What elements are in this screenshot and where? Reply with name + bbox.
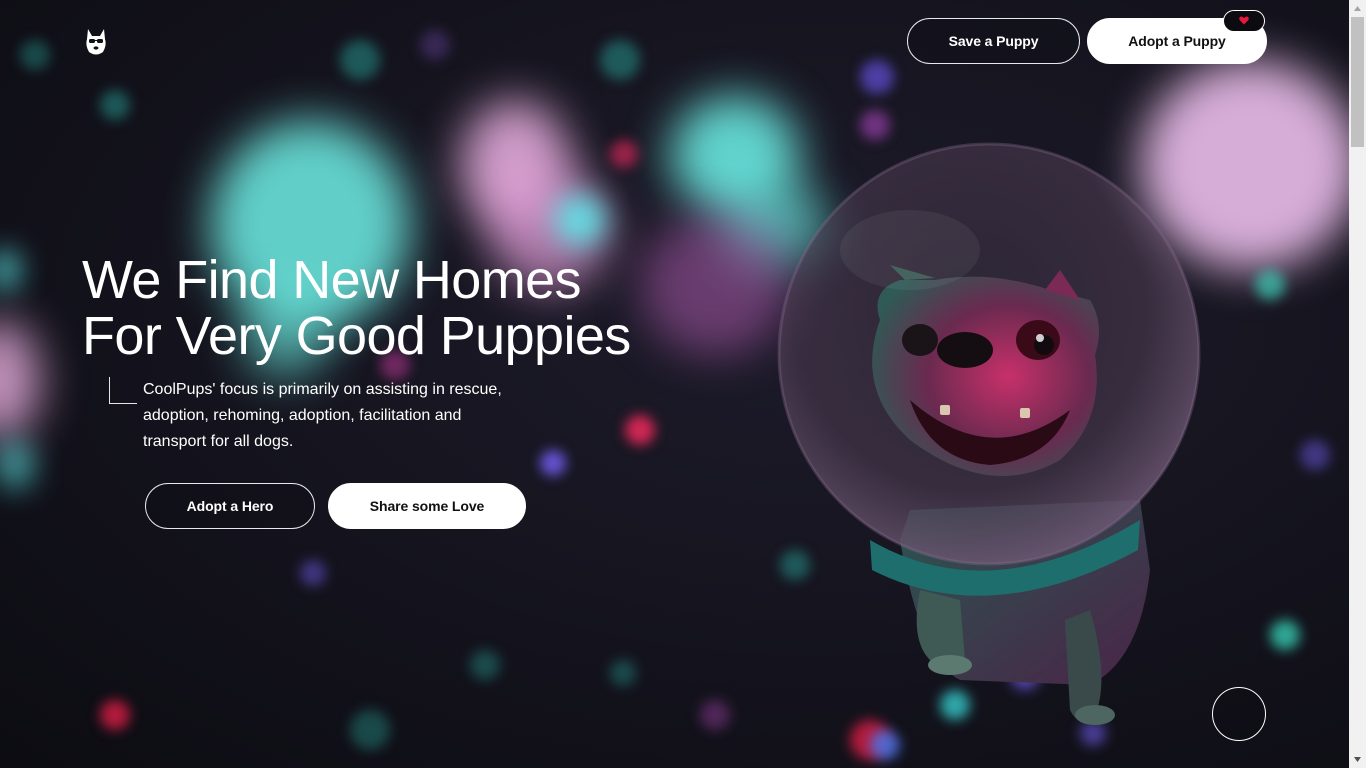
hero-title: We Find New Homes For Very Good Puppies: [82, 252, 631, 364]
save-puppy-button[interactable]: Save a Puppy: [907, 18, 1080, 64]
dog-logo-icon[interactable]: [84, 27, 108, 57]
puppy-in-bubble-image: [760, 140, 1220, 740]
bracket-decoration: [109, 377, 137, 404]
hero-title-line-1: We Find New Homes: [82, 250, 582, 310]
scroll-up-arrow-icon[interactable]: [1349, 0, 1366, 17]
hero-description: CoolPups' focus is primarily on assistin…: [143, 381, 502, 450]
heart-icon: [1239, 12, 1249, 30]
share-love-button[interactable]: Share some Love: [328, 483, 526, 529]
scroll-down-arrow-icon[interactable]: [1349, 751, 1366, 768]
page-scrollbar[interactable]: [1349, 0, 1366, 768]
page: Save a Puppy Adopt a Puppy We Find New H…: [0, 0, 1366, 768]
hero-title-line-2: For Very Good Puppies: [82, 306, 631, 366]
scrollbar-thumb[interactable]: [1351, 17, 1364, 147]
heart-badge[interactable]: [1223, 10, 1265, 32]
scroll-indicator-icon[interactable]: [1212, 687, 1266, 741]
adopt-hero-button[interactable]: Adopt a Hero: [145, 483, 315, 529]
